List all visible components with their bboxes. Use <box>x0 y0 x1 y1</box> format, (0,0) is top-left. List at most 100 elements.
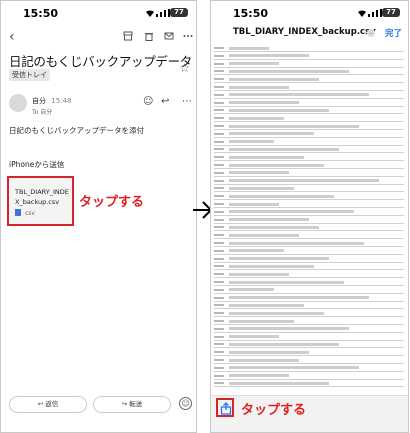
csv-row-divider <box>214 355 404 357</box>
csv-row-divider <box>214 152 404 154</box>
csv-row-divider <box>214 160 404 162</box>
csv-row-id <box>214 78 224 81</box>
csv-row-text <box>229 288 274 292</box>
csv-row-id <box>214 86 224 88</box>
csv-row-id <box>214 257 224 260</box>
csv-row-text <box>229 257 329 261</box>
csv-row-id <box>214 62 224 65</box>
forward-button[interactable]: ↪ 転送 <box>93 396 171 413</box>
csv-row-text <box>229 155 304 159</box>
csv-row-divider <box>214 347 404 349</box>
csv-row-divider <box>214 191 404 193</box>
csv-row-text <box>229 124 359 128</box>
csv-row-text <box>229 272 289 276</box>
file-icon <box>15 209 21 216</box>
csv-row-text <box>229 140 274 144</box>
csv-row-text <box>229 202 279 206</box>
recipient[interactable]: To 自分 <box>32 107 52 116</box>
chevron-down-icon[interactable]: ⌄ <box>367 29 375 37</box>
signal-icon <box>156 9 170 17</box>
csv-row-id <box>214 47 224 49</box>
csv-row-text <box>229 264 314 268</box>
emoji-button[interactable]: ☺ <box>179 397 192 410</box>
done-button[interactable]: 完了 <box>385 27 402 39</box>
csv-row-text <box>229 374 289 378</box>
csv-row-id <box>214 210 224 213</box>
csv-row-divider <box>214 199 404 201</box>
csv-row-text <box>229 358 299 362</box>
csv-row-text <box>229 381 329 385</box>
csv-row-id <box>214 234 224 237</box>
attachment-card[interactable]: TBL_DIARY_INDEX_backup.csv csv <box>7 176 74 226</box>
csv-row-divider <box>214 58 404 60</box>
csv-row-id <box>214 249 224 252</box>
archive-icon[interactable] <box>123 31 133 41</box>
csv-row-text <box>229 233 299 237</box>
wifi-icon <box>357 8 367 17</box>
csv-content[interactable] <box>211 41 408 391</box>
csv-row-text <box>229 77 319 81</box>
csv-row-text <box>229 171 289 175</box>
emoji-icon[interactable]: ☺ <box>143 96 153 107</box>
csv-row-text <box>229 194 334 198</box>
more-icon[interactable] <box>183 31 193 41</box>
back-icon[interactable]: ‹ <box>9 29 15 45</box>
csv-row-id <box>214 101 224 104</box>
csv-row-divider <box>214 363 404 364</box>
csv-row-text <box>229 249 284 253</box>
csv-row-id <box>214 117 224 120</box>
csv-row-id <box>214 281 224 283</box>
csv-row-divider <box>214 238 404 240</box>
csv-row-text <box>229 132 314 136</box>
avatar[interactable] <box>9 94 27 112</box>
csv-row-divider <box>214 90 404 91</box>
share-button[interactable] <box>216 398 234 417</box>
csv-row-divider <box>214 261 404 263</box>
csv-row-text <box>229 218 309 222</box>
csv-row-text <box>229 225 319 229</box>
csv-row-divider <box>214 331 404 333</box>
csv-row-text <box>229 163 324 167</box>
csv-row-divider <box>214 285 404 286</box>
trash-icon[interactable] <box>144 31 154 41</box>
status-time: 15:50 <box>23 7 59 20</box>
csv-row-divider <box>214 246 404 247</box>
csv-row-id <box>214 351 224 354</box>
csv-row-text <box>229 186 294 190</box>
csv-row-divider <box>214 74 404 76</box>
csv-row-text <box>229 241 364 245</box>
file-title[interactable]: TBL_DIARY_INDEX_backup.csv <box>233 27 376 37</box>
csv-row-id <box>214 366 224 369</box>
csv-row-id <box>214 312 224 315</box>
battery-icon: 77 <box>382 8 400 17</box>
more-icon[interactable]: ⋯ <box>182 96 192 107</box>
csv-row-id <box>214 304 224 307</box>
sent-time: 15:48 <box>51 97 72 105</box>
reply-icon[interactable]: ↩ <box>161 96 169 107</box>
attachment-type: csv <box>15 209 35 217</box>
inbox-badge[interactable]: 受信トレイ <box>9 69 50 81</box>
star-icon[interactable]: ☆ <box>179 61 190 75</box>
reply-button[interactable]: ↩ 返信 <box>9 396 87 413</box>
csv-row-divider <box>214 51 404 52</box>
mail-subject: 日記のもくじバックアップデータ <box>9 54 193 69</box>
csv-row-id <box>214 140 224 143</box>
csv-row-divider <box>214 292 404 294</box>
csv-row-id <box>214 382 224 385</box>
mail-icon[interactable] <box>164 31 174 41</box>
csv-row-text <box>229 335 279 339</box>
csv-row-divider <box>214 324 404 325</box>
csv-row-divider <box>214 168 404 169</box>
csv-row-divider <box>214 207 404 208</box>
csv-row-divider <box>214 214 404 216</box>
csv-row-id <box>214 148 224 151</box>
csv-row-id <box>214 93 224 96</box>
csv-row-id <box>214 125 224 127</box>
csv-row-text <box>229 210 354 214</box>
csv-row-divider <box>214 121 404 123</box>
csv-row-text <box>229 101 299 105</box>
csv-row-id <box>214 374 224 377</box>
csv-row-text <box>229 62 279 66</box>
csv-row-id <box>214 218 224 221</box>
csv-row-id <box>214 195 224 198</box>
